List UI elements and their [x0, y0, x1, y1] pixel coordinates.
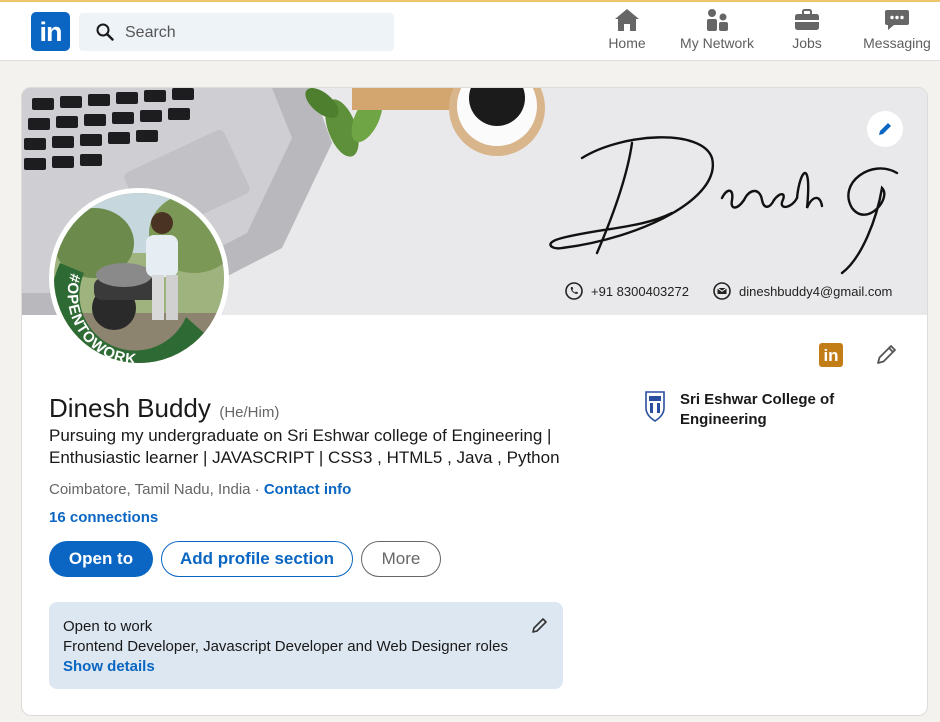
email-icon	[713, 282, 731, 300]
banner-phone: +91 8300403272	[565, 282, 689, 300]
profile-card: +91 8300403272 dineshbuddy4@gmail.com #O…	[21, 87, 928, 716]
linkedin-logo[interactable]: in	[31, 12, 70, 51]
open-to-work-card: Open to work Frontend Developer, Javascr…	[49, 602, 563, 689]
nav-messaging-label: Messaging	[863, 35, 931, 51]
nav-home[interactable]: Home	[604, 8, 650, 58]
pencil-icon	[879, 123, 891, 135]
open-to-work-roles: Frontend Developer, Javascript Developer…	[63, 638, 508, 655]
connections-link[interactable]: 16 connections	[49, 509, 158, 526]
add-profile-section-button[interactable]: Add profile section	[161, 541, 353, 577]
briefcase-icon	[795, 9, 819, 30]
svg-text:#OPENTOWORK: #OPENTOWORK	[63, 272, 137, 368]
contact-info-link[interactable]: Contact info	[264, 481, 352, 498]
open-to-work-title: Open to work	[63, 618, 153, 635]
location-text: Coimbatore, Tamil Nadu, India	[49, 481, 251, 498]
profile-name-row: Dinesh Buddy (He/Him)	[49, 393, 279, 424]
nav-home-label: Home	[608, 35, 646, 51]
banner-phone-text: +91 8300403272	[591, 283, 689, 299]
nav-messaging[interactable]: Messaging	[862, 8, 932, 58]
search-icon	[96, 23, 114, 41]
search-box[interactable]	[79, 13, 394, 53]
people-icon	[707, 9, 728, 31]
college-logo-icon	[645, 391, 665, 422]
open-to-work-badge: #OPENTOWORK	[63, 272, 137, 368]
search-input[interactable]	[123, 13, 387, 53]
nav-jobs[interactable]: Jobs	[788, 8, 826, 58]
edit-open-to-work-icon[interactable]	[531, 616, 549, 634]
profile-headline: Pursuing my undergraduate on Sri Eshwar …	[49, 426, 560, 467]
profile-photo[interactable]: #OPENTOWORK	[49, 188, 229, 368]
profile-name: Dinesh Buddy	[49, 393, 211, 423]
edit-banner-button[interactable]	[867, 111, 903, 147]
nav-jobs-label: Jobs	[792, 35, 822, 51]
profile-location: Coimbatore, Tamil Nadu, India · Contact …	[49, 481, 351, 498]
show-details-link[interactable]: Show details	[63, 658, 155, 675]
nav-my-network[interactable]: My Network	[677, 8, 757, 58]
home-icon	[615, 9, 639, 31]
open-to-work-text: #OPENTOWORK	[63, 272, 136, 368]
education-entry[interactable]: Sri Eshwar College of Engineering	[644, 390, 860, 430]
open-to-button[interactable]: Open to	[49, 541, 153, 577]
linkedin-badge-icon[interactable]: in	[819, 343, 843, 367]
school-name: Sri Eshwar College of Engineering	[680, 391, 835, 428]
nav-my-network-label: My Network	[680, 35, 754, 51]
chat-icon	[885, 10, 909, 30]
banner-email: dineshbuddy4@gmail.com	[713, 282, 892, 300]
more-button[interactable]: More	[361, 541, 441, 577]
banner-email-text: dineshbuddy4@gmail.com	[739, 283, 893, 299]
edit-intro-pencil-icon[interactable]	[875, 342, 899, 366]
pronouns: (He/Him)	[219, 404, 280, 421]
phone-icon	[565, 282, 583, 300]
top-navigation-bar: in Home My Network Jobs	[0, 0, 940, 61]
location-separator: ·	[254, 481, 264, 498]
